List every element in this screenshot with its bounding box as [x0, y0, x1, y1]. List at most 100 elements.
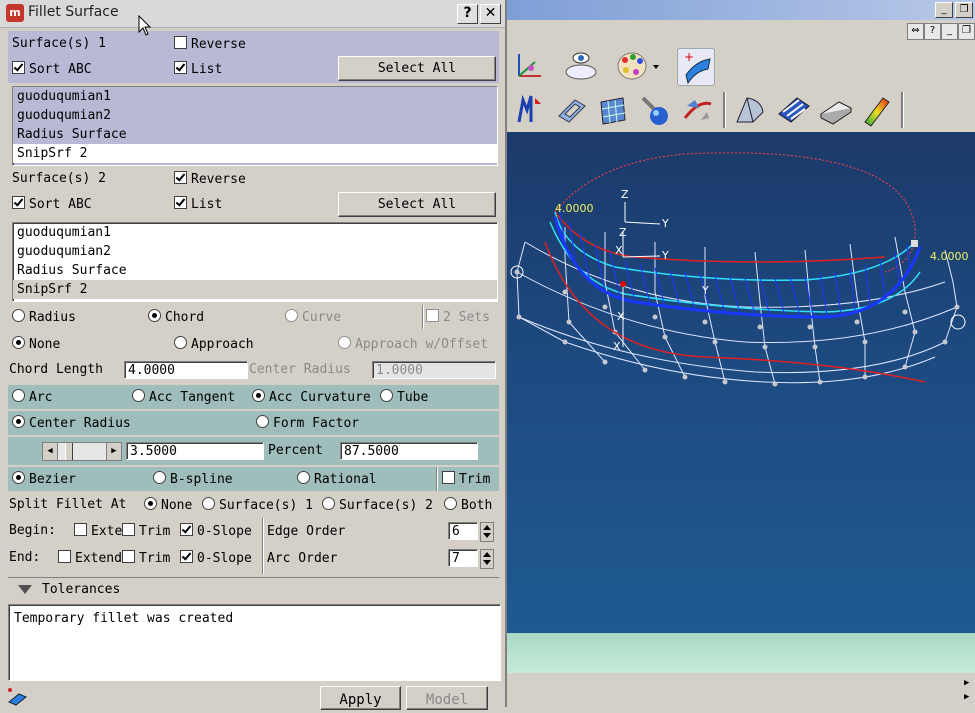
- surfaces1-select-all-button[interactable]: Select All: [338, 56, 496, 81]
- chord-radio[interactable]: Chord: [148, 309, 204, 325]
- tolerances-expander[interactable]: Tolerances: [8, 577, 499, 602]
- grid-surface-icon[interactable]: [595, 92, 631, 128]
- end-trim-checkbox[interactable]: Trim: [122, 550, 170, 566]
- slider-value-input[interactable]: 3.5000: [126, 442, 264, 460]
- flat-plate-icon[interactable]: [817, 92, 853, 128]
- surface-select-icon[interactable]: +: [677, 48, 715, 86]
- tube-radio[interactable]: Tube: [380, 389, 428, 405]
- 3d-viewport[interactable]: 4.0000 4.0000 Z Y Z Y X Y X X: [505, 132, 975, 642]
- begin-zero-slope-checkbox[interactable]: 0-Slope: [180, 523, 252, 539]
- wing-surface-icon[interactable]: [731, 92, 767, 128]
- axis-x-label: X: [617, 310, 625, 323]
- surfaces2-list[interactable]: guoduqumian1 guoduqumian2 Radius Surface…: [12, 222, 498, 302]
- split-surfaces1-radio[interactable]: Surface(s) 1: [202, 497, 313, 513]
- model-button: Model: [406, 686, 488, 710]
- surfaces1-list-checkbox[interactable]: List: [174, 61, 222, 77]
- palette-icon[interactable]: [615, 48, 663, 84]
- trim-checkbox[interactable]: Trim: [442, 471, 490, 487]
- striped-surface-icon[interactable]: [775, 92, 811, 128]
- pivot-right-icon[interactable]: [950, 314, 966, 330]
- restore-small-icon[interactable]: ❐: [958, 23, 975, 40]
- dialog-titlebar[interactable]: m Fillet Surface ? ✕: [0, 0, 505, 28]
- slider-thumb[interactable]: [65, 443, 73, 460]
- radius-radio[interactable]: Radius: [12, 309, 76, 325]
- value-slider[interactable]: ◀ ▶: [42, 442, 122, 461]
- menubar-controls: ⇔ ? _ ❐: [907, 23, 975, 40]
- separator: [436, 467, 438, 491]
- axis-y-label: Y: [661, 249, 669, 262]
- slider-right-arrow-icon[interactable]: ▶: [106, 443, 121, 460]
- surfaces2-sort-checkbox[interactable]: Sort ABC: [12, 196, 92, 212]
- close-button[interactable]: ✕: [480, 4, 501, 24]
- restore-icon[interactable]: ❐: [955, 2, 973, 18]
- list-item[interactable]: Radius Surface: [13, 261, 497, 280]
- mesh-points: [514, 269, 960, 387]
- split-surfaces2-radio[interactable]: Surface(s) 2: [322, 497, 433, 513]
- expand-triangle-icon[interactable]: [18, 585, 32, 594]
- approach-none-radio[interactable]: None: [12, 336, 60, 352]
- slider-left-arrow-icon[interactable]: ◀: [43, 443, 58, 460]
- surfaces1-reverse-checkbox[interactable]: Reverse: [174, 36, 246, 52]
- dimension-left: 4.0000: [555, 202, 594, 215]
- list-item[interactable]: guoduqumian1: [13, 223, 497, 242]
- surfaces2-list-checkbox[interactable]: List: [174, 196, 222, 212]
- scroll-right-icon[interactable]: ▶: [964, 691, 973, 703]
- list-item[interactable]: Radius Surface: [13, 125, 497, 144]
- split-both-radio[interactable]: Both: [444, 497, 492, 513]
- eye-cloud-icon[interactable]: [563, 48, 599, 84]
- list-item[interactable]: SnipSrf 2: [13, 280, 497, 299]
- begin-trim-checkbox[interactable]: Trim: [122, 523, 170, 539]
- begin-extend-checkbox[interactable]: Exte: [74, 523, 122, 539]
- list-item[interactable]: guoduqumian1: [13, 87, 497, 106]
- rational-radio[interactable]: Rational: [297, 471, 377, 487]
- message-area: Temporary fillet was created: [8, 604, 501, 681]
- edge-cyan-top: [554, 211, 916, 281]
- arc-order-input[interactable]: 7: [448, 549, 478, 567]
- surfaces2-select-all-button[interactable]: Select All: [338, 192, 496, 217]
- end-extend-checkbox[interactable]: Extend: [58, 550, 122, 566]
- chord-length-label: Chord Length: [9, 362, 103, 377]
- shape-control-row: Center Radius Form Factor: [8, 411, 499, 435]
- list-item-selected[interactable]: SnipSrf 2: [13, 144, 497, 163]
- surfaces2-reverse-checkbox[interactable]: Reverse: [174, 171, 246, 187]
- end-zero-slope-checkbox[interactable]: 0-Slope: [180, 550, 252, 566]
- surfaces1-sort-checkbox[interactable]: Sort ABC: [12, 61, 92, 77]
- split-none-radio[interactable]: None: [144, 497, 192, 513]
- bspline-radio[interactable]: B-spline: [153, 471, 233, 487]
- center-radius-radio[interactable]: Center Radius: [12, 415, 131, 431]
- arc-order-spinner-icon[interactable]: [480, 549, 494, 569]
- svg-text:+: +: [684, 50, 694, 64]
- minimize-small-icon[interactable]: _: [941, 23, 958, 40]
- separator: [422, 305, 424, 329]
- slider-row: ◀ ▶ 3.5000 Percent 87.5000: [8, 437, 499, 465]
- surface-tool-icon[interactable]: [6, 686, 28, 706]
- axis-triad-icon[interactable]: [511, 48, 547, 84]
- ball-joint-icon[interactable]: [637, 92, 673, 128]
- help-button[interactable]: ?: [457, 4, 478, 24]
- form-factor-radio[interactable]: Form Factor: [256, 415, 359, 431]
- acc-curvature-radio[interactable]: Acc Curvature: [252, 389, 371, 405]
- offset-surface-icon[interactable]: [553, 92, 589, 128]
- minimize-icon[interactable]: _: [935, 2, 953, 18]
- scroll-right-icon[interactable]: ▶: [964, 677, 973, 689]
- curvature-map-icon[interactable]: [859, 92, 895, 128]
- acc-tangent-radio[interactable]: Acc Tangent: [132, 389, 235, 405]
- control-point[interactable]: [911, 240, 918, 247]
- arc-radio[interactable]: Arc: [12, 389, 52, 405]
- toolbar-bottom: [505, 88, 975, 133]
- help-icon[interactable]: ?: [924, 23, 941, 40]
- apply-button[interactable]: Apply: [320, 686, 401, 710]
- list-item[interactable]: guoduqumian2: [13, 242, 497, 261]
- fit-width-icon[interactable]: ⇔: [907, 23, 924, 40]
- edge-order-spinner-icon[interactable]: [480, 522, 494, 542]
- surfaces1-list[interactable]: guoduqumian1 guoduqumian2 Radius Surface…: [12, 86, 498, 166]
- approach-radio[interactable]: Approach: [174, 336, 254, 352]
- edge-order-input[interactable]: 6: [448, 522, 478, 540]
- tolerances-label: Tolerances: [42, 582, 121, 597]
- fillet-arrows-icon[interactable]: [679, 92, 715, 128]
- list-item[interactable]: guoduqumian2: [13, 106, 497, 125]
- chord-length-input[interactable]: 4.0000: [124, 361, 248, 379]
- percent-input[interactable]: 87.5000: [340, 442, 478, 460]
- normal-arrows-icon[interactable]: [511, 92, 547, 128]
- bezier-radio[interactable]: Bezier: [12, 471, 76, 487]
